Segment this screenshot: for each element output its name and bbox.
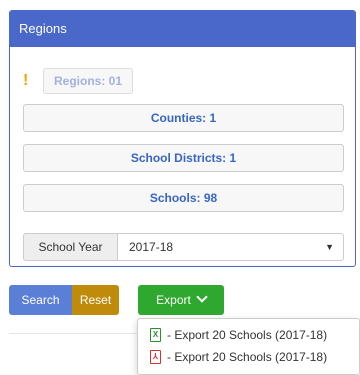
school-year-select[interactable]: 2017-18 ▼ bbox=[117, 233, 344, 261]
export-pdf-menu-item[interactable]: ⅄ - Export 20 Schools (2017-18) bbox=[150, 346, 327, 368]
regions-panel: Regions ! Regions: 01 Counties: 1 School… bbox=[9, 10, 356, 267]
export-excel-label: - Export 20 Schools (2017-18) bbox=[167, 328, 328, 342]
school-year-row: School Year 2017-18 ▼ bbox=[23, 233, 344, 261]
panel-title: Regions bbox=[10, 11, 355, 47]
school-districts-button[interactable]: School Districts: 1 bbox=[23, 144, 344, 172]
export-button[interactable]: Export bbox=[138, 285, 224, 315]
pdf-file-icon: ⅄ bbox=[150, 350, 161, 364]
school-year-value: 2017-18 bbox=[129, 240, 174, 254]
excel-file-icon: X bbox=[150, 328, 161, 342]
school-year-label: School Year bbox=[23, 233, 117, 261]
regions-row: ! Regions: 01 bbox=[23, 68, 133, 94]
regions-count-button[interactable]: Regions: 01 bbox=[43, 68, 133, 94]
schools-button[interactable]: Schools: 98 bbox=[23, 184, 344, 212]
export-dropdown-menu: X - Export 20 Schools (2017-18) ⅄ - Expo… bbox=[137, 318, 360, 375]
chevron-down-icon bbox=[196, 291, 208, 303]
export-label: Export bbox=[156, 293, 191, 307]
export-excel-menu-item[interactable]: X - Export 20 Schools (2017-18) bbox=[150, 324, 327, 346]
counties-button[interactable]: Counties: 1 bbox=[23, 104, 344, 132]
divider bbox=[9, 333, 137, 334]
export-pdf-label: - Export 20 Schools (2017-18) bbox=[167, 350, 328, 364]
exclamation-icon: ! bbox=[23, 72, 29, 89]
reset-button[interactable]: Reset bbox=[72, 285, 119, 315]
caret-down-icon: ▼ bbox=[325, 242, 334, 252]
search-button[interactable]: Search bbox=[9, 285, 72, 315]
